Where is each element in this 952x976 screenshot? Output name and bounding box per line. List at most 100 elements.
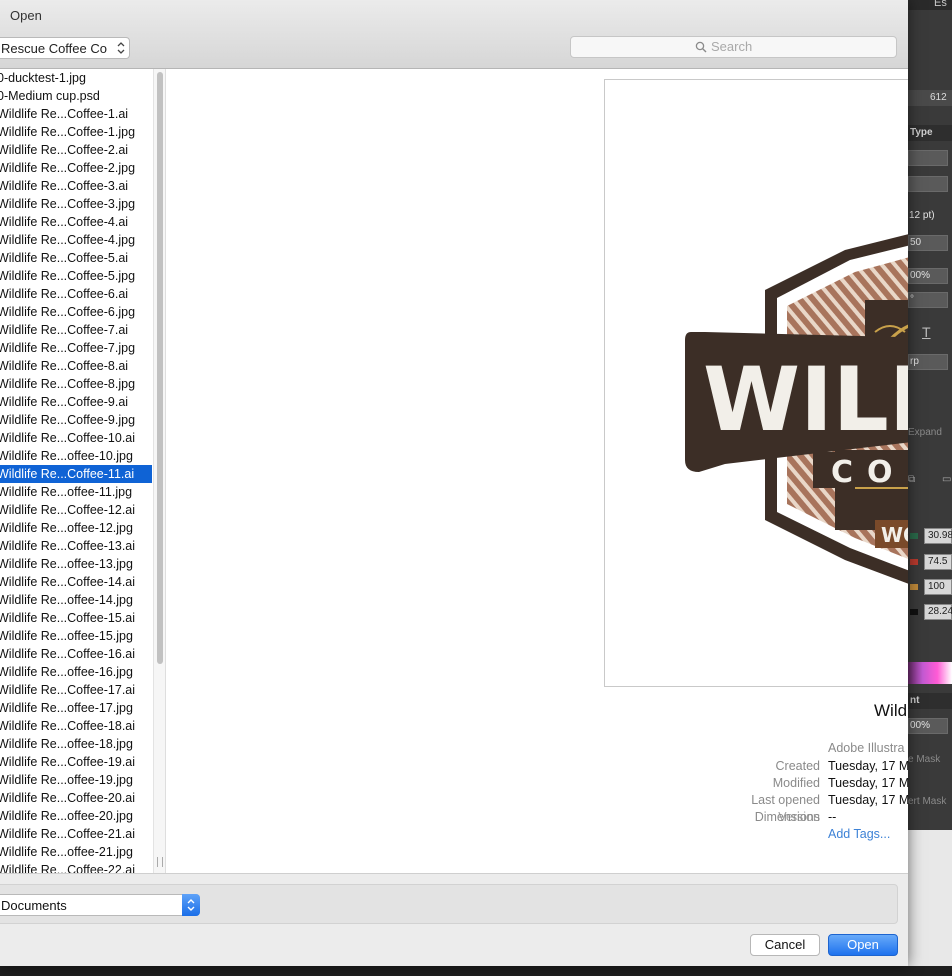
file-name-label: Wildlife Re...Coffee-18.ai bbox=[0, 719, 136, 733]
bg-font-family-field[interactable] bbox=[908, 150, 948, 166]
file-list-item[interactable]: Wildlife Re...offee-13.jpg bbox=[0, 555, 152, 573]
file-list-item[interactable]: Wildlife Re...Coffee-20.ai bbox=[0, 789, 152, 807]
file-list-item[interactable]: Wildlife Re...Coffee-8.jpg bbox=[0, 375, 152, 393]
file-list-item[interactable]: Wildlife Re...Coffee-7.ai bbox=[0, 321, 152, 339]
file-name-label: Wildlife Re...offee-15.jpg bbox=[0, 629, 133, 643]
bg-bottom-strip bbox=[0, 966, 952, 976]
file-list-item[interactable]: Wildlife Re...Coffee-2.ai bbox=[0, 141, 152, 159]
file-name-label: Wildlife Re...Coffee-15.ai bbox=[0, 611, 136, 625]
file-list-item[interactable]: Wildlife Re...offee-14.jpg bbox=[0, 591, 152, 609]
file-list-item[interactable]: 0-ducktest-1.jpg bbox=[0, 69, 152, 87]
file-list-item[interactable]: Wildlife Re...Coffee-14.ai bbox=[0, 573, 152, 591]
file-list-item[interactable]: Wildlife Re...Coffee-9.jpg bbox=[0, 411, 152, 429]
enable-popup[interactable]: Documents bbox=[0, 894, 200, 916]
logo-text-main: WILDL bbox=[703, 348, 908, 451]
bg-font-style-field[interactable] bbox=[908, 176, 948, 192]
bg-opacity-value: 00% bbox=[910, 720, 931, 731]
add-tags-link[interactable]: Add Tags... bbox=[828, 827, 890, 841]
file-list-item[interactable]: Wildlife Re...Coffee-3.jpg bbox=[0, 195, 152, 213]
file-list-item[interactable]: Wildlife Re...Coffee-22.ai bbox=[0, 861, 152, 873]
file-list-item[interactable]: Wildlife Re...Coffee-4.jpg bbox=[0, 231, 152, 249]
bg-text-underline-icon[interactable]: T bbox=[922, 324, 931, 340]
file-name-label: Wildlife Re...Coffee-11.ai bbox=[0, 467, 135, 481]
search-input[interactable] bbox=[711, 39, 881, 54]
bg-leading-field[interactable]: 50 bbox=[908, 235, 948, 251]
file-name-label: Wildlife Re...offee-20.jpg bbox=[0, 809, 133, 823]
file-list-item[interactable]: Wildlife Re...offee-12.jpg bbox=[0, 519, 152, 537]
file-list[interactable]: 0-ducktest-1.jpg 0-Medium cup.psd Wildlife… bbox=[0, 69, 153, 873]
file-list-item[interactable]: Wildlife Re...Coffee-18.ai bbox=[0, 717, 152, 735]
info-value-modified: Tuesday, 17 M bbox=[828, 776, 908, 790]
file-list-item[interactable]: Wildlife Re...Coffee-4.ai bbox=[0, 213, 152, 231]
file-list-item[interactable]: Wildlife Re...offee-21.jpg bbox=[0, 843, 152, 861]
file-list-item[interactable]: Wildlife Re...Coffee-21.ai bbox=[0, 825, 152, 843]
open-button[interactable]: Open bbox=[828, 934, 898, 956]
bg-invert-mask-label[interactable]: ert Mask bbox=[908, 796, 946, 807]
file-list-item[interactable]: Wildlife Re...offee-18.jpg bbox=[0, 735, 152, 753]
file-list-item[interactable]: Wildlife Re...Coffee-17.ai bbox=[0, 681, 152, 699]
file-name-label: Wildlife Re...Coffee-8.jpg bbox=[0, 377, 136, 391]
dialog-toolbar: Open Rescue Coffee Co bbox=[0, 0, 908, 69]
cancel-button[interactable]: Cancel bbox=[750, 934, 820, 956]
file-list-item[interactable]: Wildlife Re...Coffee-6.ai bbox=[0, 285, 152, 303]
bg-cyan-value-field[interactable]: 30.98 bbox=[924, 528, 952, 544]
file-list-item[interactable]: Wildlife Re...Coffee-2.jpg bbox=[0, 159, 152, 177]
file-list-item[interactable]: Wildlife Re...Coffee-19.ai bbox=[0, 753, 152, 771]
file-list-item[interactable]: 0-Medium cup.psd bbox=[0, 87, 152, 105]
file-name-label: Wildlife Re...Coffee-3.jpg bbox=[0, 197, 136, 211]
file-list-item[interactable]: Wildlife Re...offee-11.jpg bbox=[0, 483, 152, 501]
preview-thumbnail: WILDL CO WO bbox=[604, 79, 908, 687]
file-list-item[interactable]: Wildlife Re...offee-16.jpg bbox=[0, 663, 152, 681]
file-list-item[interactable]: Wildlife Re...Coffee-11.ai bbox=[0, 465, 152, 483]
bg-yellow-value-field[interactable]: 100 bbox=[924, 579, 952, 595]
location-popup[interactable]: Rescue Coffee Co bbox=[0, 37, 130, 59]
bg-clip-mask-label[interactable]: e Mask bbox=[908, 754, 940, 765]
file-list-item[interactable]: Wildlife Re...Coffee-1.ai bbox=[0, 105, 152, 123]
enable-popup-chevron[interactable] bbox=[182, 894, 200, 916]
file-list-item[interactable]: Wildlife Re...Coffee-3.ai bbox=[0, 177, 152, 195]
bg-font-size-field[interactable]: 12 pt) bbox=[908, 209, 948, 225]
file-list-item[interactable]: Wildlife Re...Coffee-12.ai bbox=[0, 501, 152, 519]
bg-distribute-icon[interactable]: ▭ bbox=[942, 474, 951, 485]
file-list-item[interactable]: Wildlife Re...offee-20.jpg bbox=[0, 807, 152, 825]
bg-transparency-panel-header[interactable]: nt bbox=[908, 693, 952, 709]
column-resize-handle[interactable] bbox=[157, 857, 163, 867]
file-list-item[interactable]: Wildlife Re...Coffee-15.ai bbox=[0, 609, 152, 627]
info-value-dimensions: -- bbox=[828, 810, 837, 824]
bg-rotation-field[interactable]: ° bbox=[908, 292, 948, 308]
file-list-item[interactable]: Wildlife Re...offee-15.jpg bbox=[0, 627, 152, 645]
bg-magenta-value-field[interactable]: 74.5 bbox=[924, 554, 952, 570]
bg-scale-field[interactable]: 00% bbox=[908, 268, 948, 284]
file-list-item[interactable]: Wildlife Re...Coffee-10.ai bbox=[0, 429, 152, 447]
bg-warp-field[interactable]: rp bbox=[908, 354, 948, 370]
updown-chevron-icon bbox=[187, 899, 195, 911]
bg-ruler-label: 612 bbox=[930, 92, 947, 103]
bg-expand-label[interactable]: Expand bbox=[908, 427, 942, 438]
file-name-label: Wildlife Re...offee-16.jpg bbox=[0, 665, 133, 679]
bg-align-icon[interactable]: ⧉ bbox=[908, 474, 915, 485]
file-list-scrollbar[interactable] bbox=[153, 69, 166, 873]
file-list-item[interactable]: Wildlife Re...Coffee-16.ai bbox=[0, 645, 152, 663]
file-list-item[interactable]: Wildlife Re...Coffee-13.ai bbox=[0, 537, 152, 555]
file-list-item[interactable]: Wildlife Re...offee-10.jpg bbox=[0, 447, 152, 465]
file-list-item[interactable]: Wildlife Re...Coffee-5.jpg bbox=[0, 267, 152, 285]
bg-color-spectrum[interactable] bbox=[908, 662, 952, 684]
bg-cyan-swatch bbox=[910, 533, 918, 539]
scrollbar-thumb[interactable] bbox=[157, 72, 163, 664]
file-list-item[interactable]: Wildlife Re...offee-17.jpg bbox=[0, 699, 152, 717]
file-name-label: Wildlife Re...Coffee-19.ai bbox=[0, 755, 136, 769]
file-list-item[interactable]: Wildlife Re...Coffee-9.ai bbox=[0, 393, 152, 411]
bg-black-value-field[interactable]: 28.24 bbox=[924, 604, 952, 620]
file-list-item[interactable]: Wildlife Re...Coffee-7.jpg bbox=[0, 339, 152, 357]
file-list-item[interactable]: Wildlife Re...Coffee-6.jpg bbox=[0, 303, 152, 321]
location-label: Rescue Coffee Co bbox=[1, 41, 107, 56]
bg-opacity-field[interactable]: 00% bbox=[908, 718, 948, 734]
file-list-item[interactable]: Wildlife Re...offee-19.jpg bbox=[0, 771, 152, 789]
bg-cyan-value: 30.98 bbox=[928, 530, 952, 541]
file-list-item[interactable]: Wildlife Re...Coffee-8.ai bbox=[0, 357, 152, 375]
file-list-item[interactable]: Wildlife Re...Coffee-1.jpg bbox=[0, 123, 152, 141]
file-list-item[interactable]: Wildlife Re...Coffee-5.ai bbox=[0, 249, 152, 267]
bg-type-panel-header[interactable]: Type bbox=[908, 125, 952, 141]
file-name-label: Wildlife Re...Coffee-7.jpg bbox=[0, 341, 136, 355]
search-field[interactable] bbox=[570, 36, 897, 58]
